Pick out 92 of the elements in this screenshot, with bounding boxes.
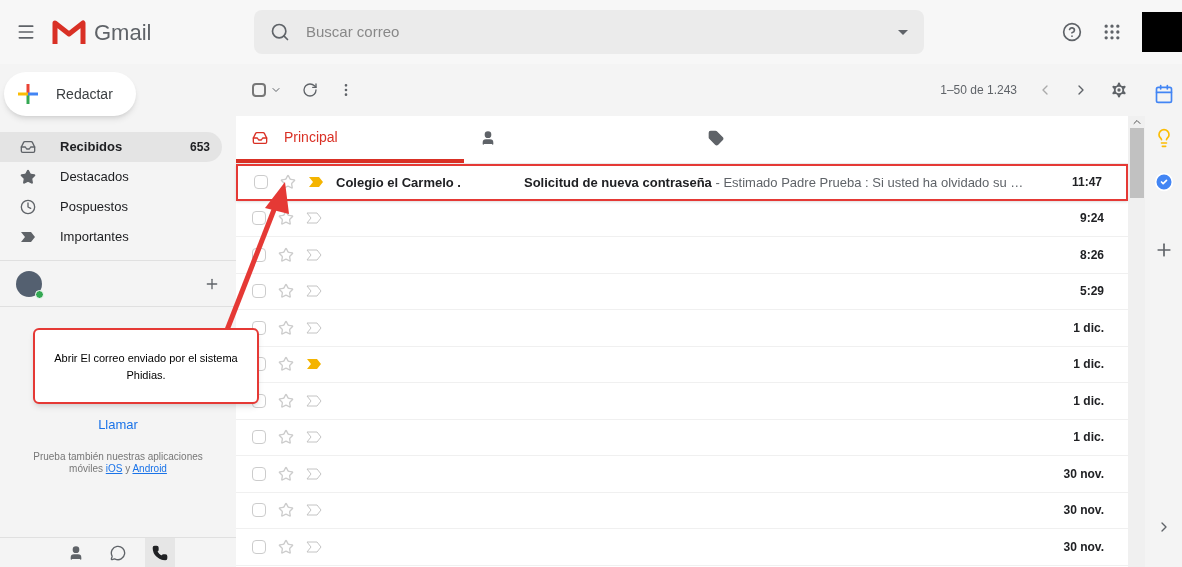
important-marker-icon[interactable] [306,540,322,553]
person-icon [68,545,84,561]
important-marker-icon[interactable] [306,467,322,480]
scrollbar-thumb[interactable] [1129,128,1144,198]
email-row[interactable]: 8:26 [236,237,1128,274]
email-time: 1 dic. [1073,392,1104,410]
nav-item[interactable]: Recibidos 653 [0,132,222,162]
row-checkbox[interactable] [252,503,266,518]
refresh-icon[interactable] [302,82,318,98]
email-time: 1 dic. [1073,429,1104,447]
android-link[interactable]: Android [132,462,167,474]
important-marker-icon [20,231,36,243]
app-name: Gmail [94,18,152,47]
compose-button[interactable]: Redactar [4,72,136,116]
star-icon[interactable] [278,392,294,409]
calendar-icon[interactable] [1153,84,1174,104]
email-row[interactable]: Colegio el Carmelo . Solicitud de nueva contraseña - Estimado Padre Prueba : Si usted ha olvidado su … 11:47 [236,164,1128,201]
pagination-text: 1–50 de 1.243 [940,82,1017,99]
important-marker-icon[interactable] [306,248,322,261]
email-row[interactable]: 30 nov. [236,456,1128,493]
search-input[interactable]: Buscar correo [306,20,882,44]
star-icon[interactable] [278,319,294,336]
nav-item[interactable]: Destacados [0,162,222,192]
account-block[interactable] [1142,12,1182,52]
email-time: 8:26 [1079,246,1104,264]
inbox-icon [252,129,268,146]
important-marker-icon[interactable] [306,358,322,371]
settings-icon[interactable] [1109,80,1129,100]
clock-icon [20,199,36,215]
inbox-icon [20,139,36,155]
mobile-apps-promo: Prueba también nuestras aplicaciones móviles iOS y Android [32,450,204,475]
row-checkbox[interactable] [252,430,266,445]
row-checkbox[interactable] [252,539,266,554]
scrollbar[interactable] [1128,116,1145,567]
star-icon[interactable] [278,502,294,519]
star-icon [20,169,36,185]
email-time: 30 nov. [1063,465,1104,483]
row-checkbox[interactable] [252,466,266,481]
star-icon[interactable] [278,210,294,227]
important-marker-icon[interactable] [306,431,322,444]
important-marker-icon[interactable] [306,321,322,334]
row-checkbox[interactable] [254,175,268,190]
phone-icon [152,545,168,561]
email-time: 11:47 [1071,174,1102,192]
avatar[interactable] [16,270,42,297]
sender-name: Colegio el Carmelo . [336,173,462,192]
email-row[interactable]: 30 nov. [236,492,1128,529]
call-link[interactable]: Llamar [98,415,138,435]
apps-grid-icon[interactable] [1102,22,1122,42]
email-time: 30 nov. [1063,502,1104,520]
email-time: 9:24 [1079,210,1104,228]
nav-item[interactable]: Importantes [0,222,222,252]
category-tab[interactable]: Principal [236,116,464,163]
row-checkbox[interactable] [252,284,266,299]
hangouts-tab[interactable] [145,538,175,567]
tag-icon [708,129,724,146]
star-icon[interactable] [278,429,294,446]
email-time: 30 nov. [1063,538,1104,556]
unread-count: 653 [189,139,210,156]
check-circle-icon[interactable] [1153,172,1174,192]
email-preview: Solicitud de nueva contraseña - Estimado Padre Prueba : Si usted ha olvidado su … [524,173,1025,192]
email-row[interactable]: 5:29 [236,273,1128,310]
email-time: 1 dic. [1073,319,1104,337]
chat-bubble-icon [110,545,126,561]
star-icon[interactable] [278,538,294,555]
star-icon[interactable] [278,246,294,263]
dropdown-caret-icon[interactable] [898,29,908,35]
menu-icon[interactable] [16,22,36,42]
colorful-plus-icon [16,82,40,106]
email-time: 1 dic. [1073,356,1104,374]
important-marker-icon[interactable] [308,176,324,189]
email-row[interactable]: 1 dic. [236,419,1128,456]
star-icon[interactable] [278,283,294,300]
person-icon [480,129,496,146]
annotation-callout-tooltip: Abrir El correo enviado por el sistema Phidias. [33,328,259,404]
important-marker-icon[interactable] [306,285,322,298]
star-icon[interactable] [278,356,294,373]
star-icon[interactable] [278,465,294,482]
search-icon [270,22,290,42]
star-icon[interactable] [280,174,296,191]
ios-link[interactable]: iOS [105,462,123,474]
help-icon[interactable] [1062,22,1082,42]
important-marker-icon[interactable] [306,212,322,225]
select-all-checkbox[interactable] [252,83,266,97]
mail-logo-icon [52,19,86,45]
email-row[interactable]: 30 nov. [236,529,1128,566]
row-checkbox[interactable] [252,211,266,226]
email-time: 5:29 [1079,283,1104,301]
search-field[interactable]: Buscar correo [254,10,924,54]
important-marker-icon[interactable] [306,504,322,517]
nav-item[interactable]: Pospuestos [0,192,222,222]
important-marker-icon[interactable] [306,394,322,407]
